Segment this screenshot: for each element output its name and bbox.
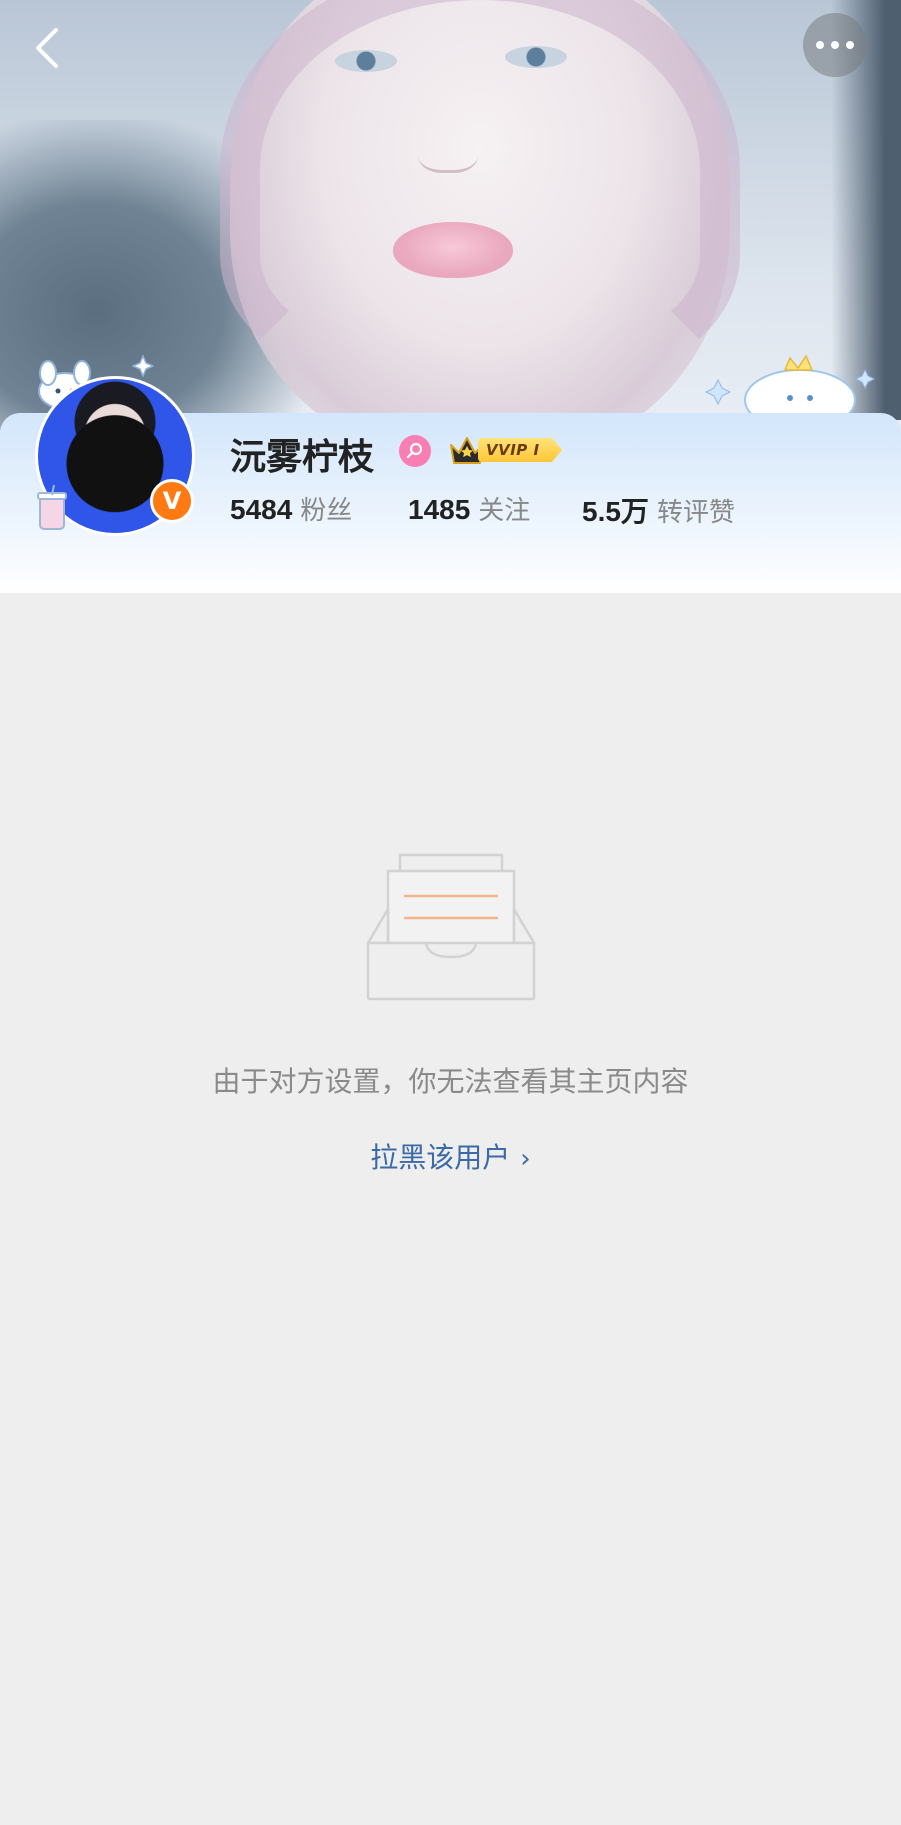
stat-interactions[interactable]: 5.5万 转评赞 [582, 490, 735, 530]
privacy-message: 由于对方设置，你无法查看其主页内容 [212, 1065, 689, 1098]
sparkle-icon [132, 355, 154, 377]
cover-eye-left [335, 50, 397, 72]
back-chevron-icon [36, 28, 58, 68]
cat-sticker-icon [704, 354, 876, 420]
stat-fans-count: 5484 [230, 494, 293, 525]
stat-fans[interactable]: 5484 粉丝 [230, 490, 352, 527]
cover-eye-right [505, 46, 567, 68]
verified-badge: V [150, 479, 194, 523]
stat-fans-label: 粉丝 [300, 496, 353, 526]
gender-badge [399, 435, 431, 467]
stat-interactions-label: 转评赞 [656, 498, 735, 528]
vip-badge[interactable]: VVIP I [448, 433, 566, 467]
stat-interactions-count: 5.5万 [582, 496, 649, 527]
profile-name: 沅雾柠枝 [230, 437, 375, 478]
more-options-button[interactable] [803, 13, 867, 77]
stat-following[interactable]: 1485 关注 [408, 490, 530, 527]
drink-sticker-icon [37, 485, 67, 530]
cover-hair [220, 0, 740, 380]
avatar-frame[interactable]: V [22, 355, 212, 545]
cover-lips [393, 222, 513, 278]
vip-label: VVIP I [478, 438, 562, 462]
more-dots-icon [816, 41, 854, 49]
empty-inbox-icon [366, 853, 536, 1001]
stat-following-label: 关注 [478, 496, 531, 526]
back-button[interactable] [22, 20, 72, 76]
stat-following-count: 1485 [408, 494, 471, 525]
block-user-label: 拉黑该用户 [370, 1141, 511, 1174]
female-icon [406, 442, 423, 459]
cover-nose [418, 130, 478, 173]
chevron-right-icon: › [520, 1144, 531, 1174]
block-user-link[interactable]: 拉黑该用户 › [0, 1136, 901, 1176]
